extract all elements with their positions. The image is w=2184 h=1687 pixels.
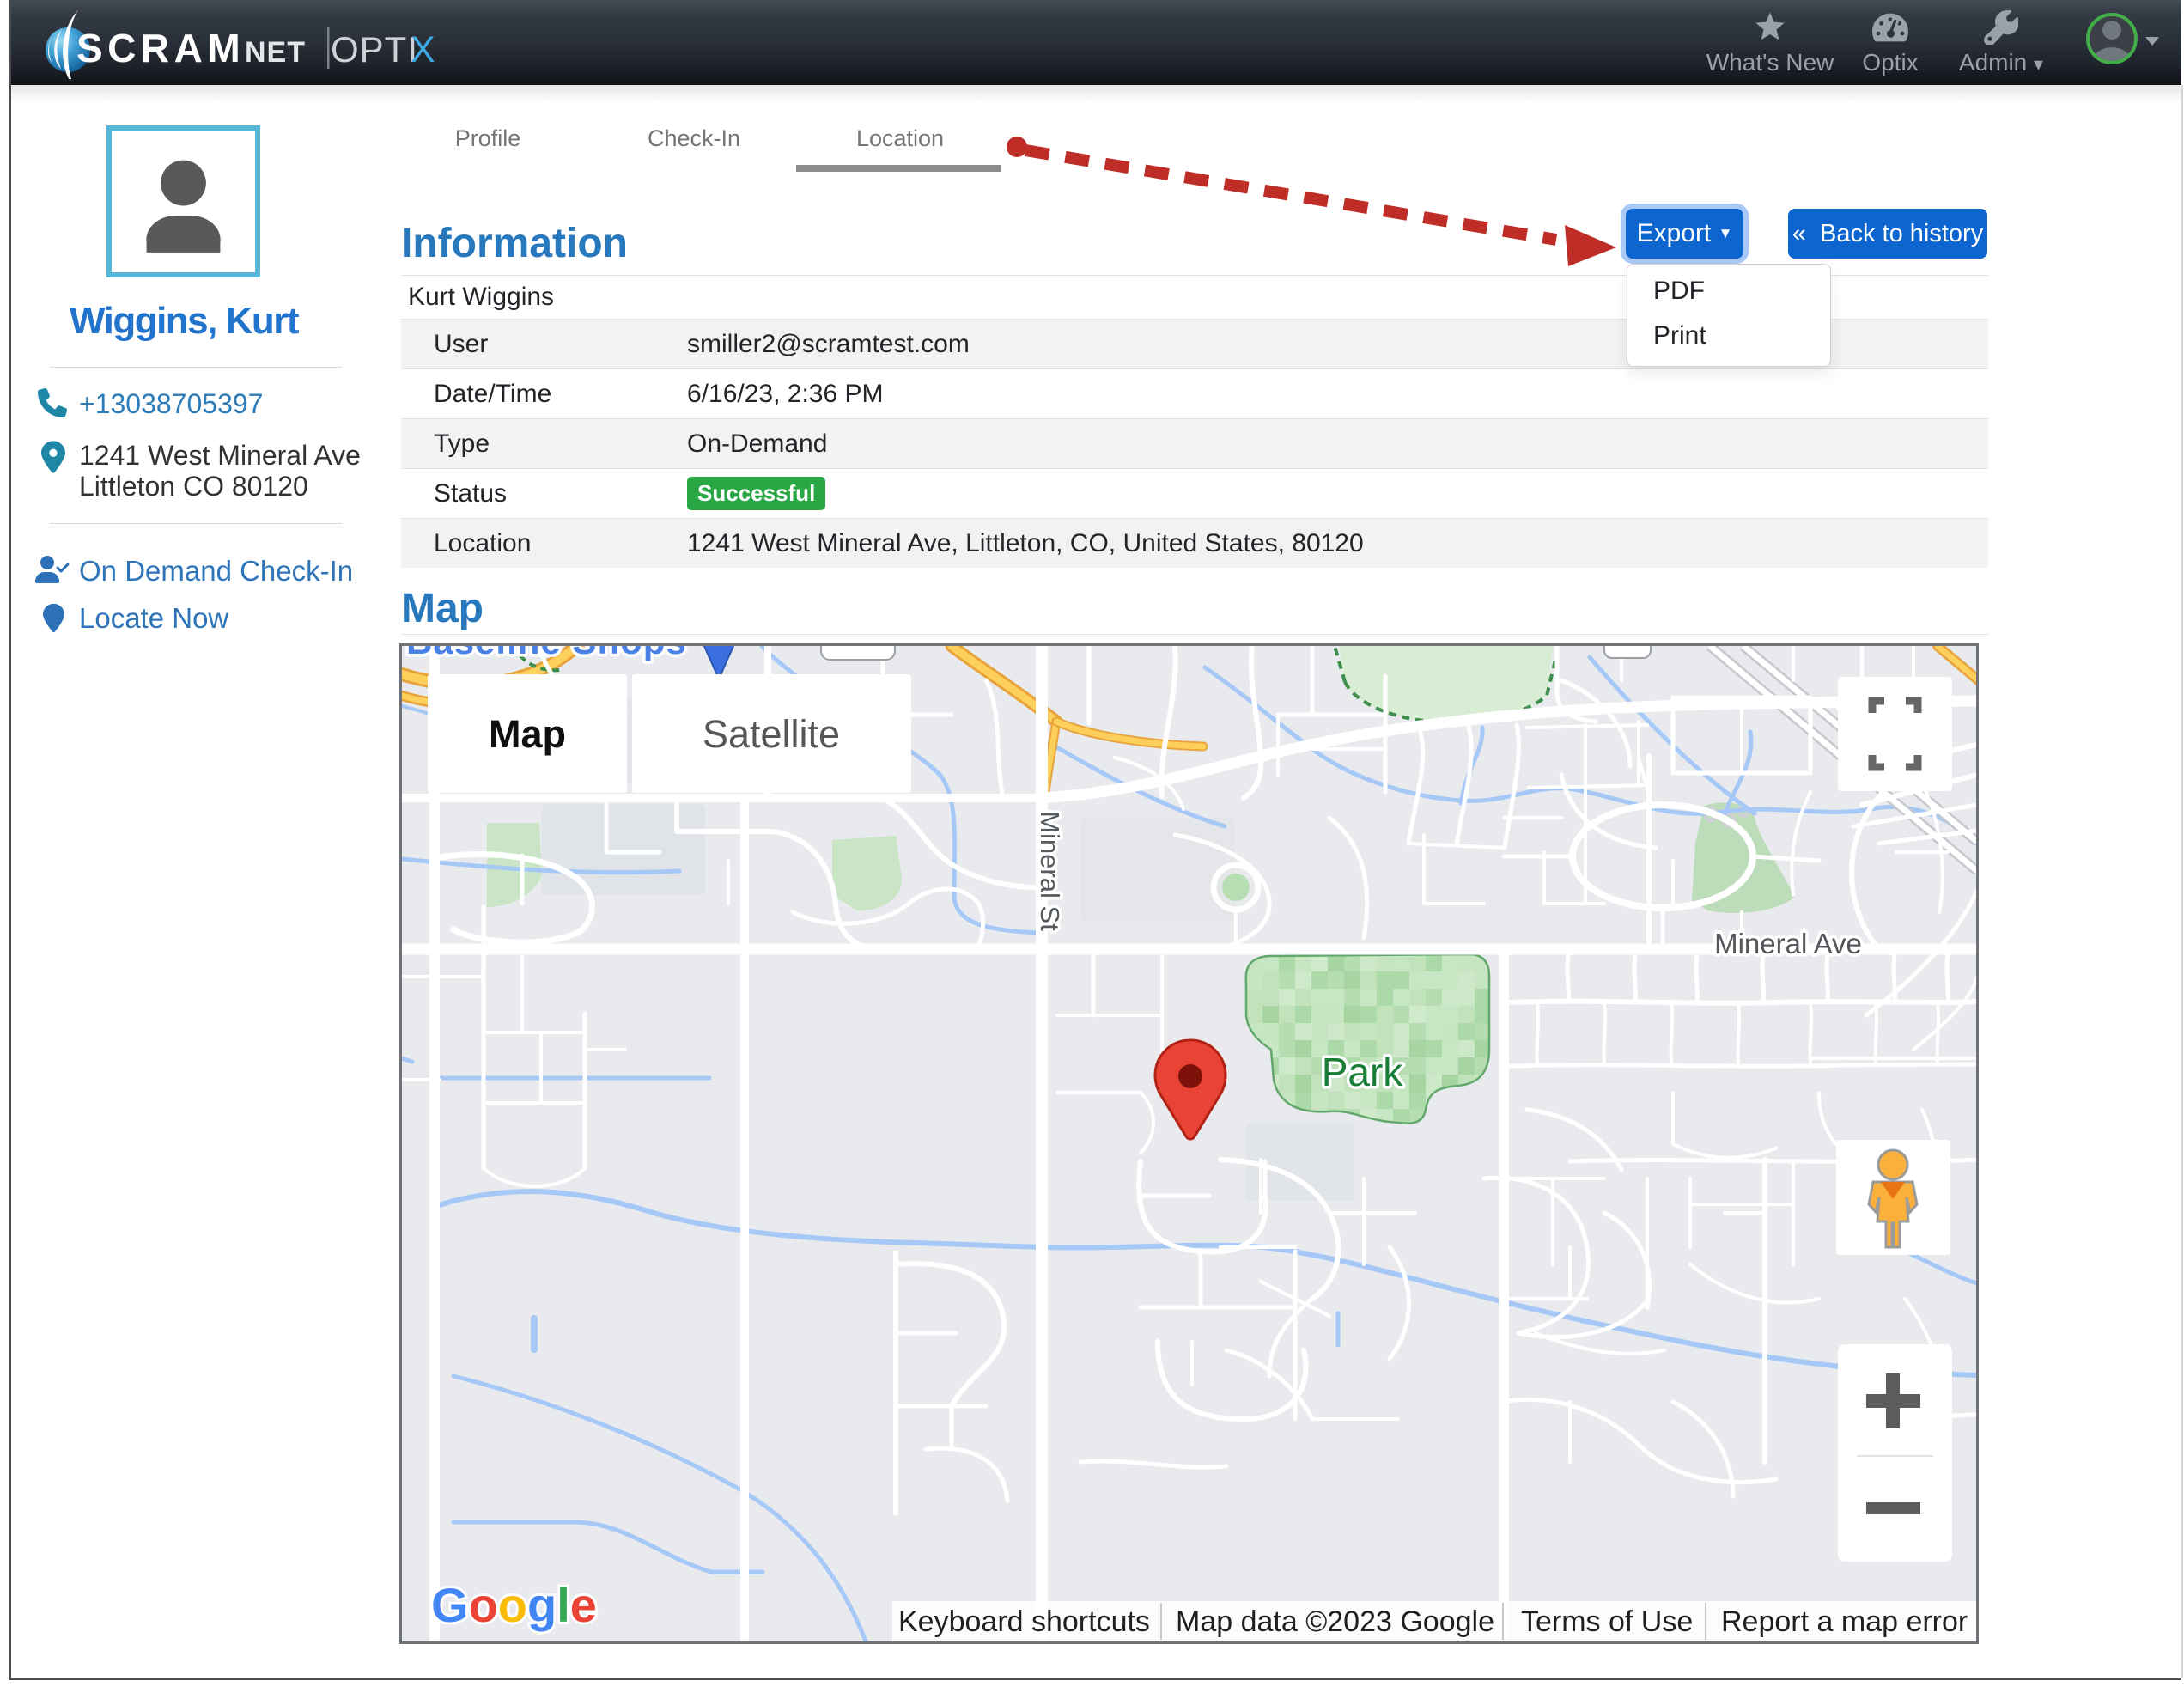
svg-text:Mineral St: Mineral St — [1035, 811, 1065, 931]
svg-text:Report a map error: Report a map error — [1721, 1605, 1968, 1638]
svg-text:SCRAM: SCRAM — [76, 26, 245, 70]
svg-text:Baseline Shops: Baseline Shops — [406, 646, 687, 661]
svg-text:Keyboard shortcuts: Keyboard shortcuts — [898, 1605, 1150, 1638]
svg-text:Google: Google — [431, 1578, 597, 1632]
svg-text:NET: NET — [245, 36, 306, 69]
svg-text:Map: Map — [489, 712, 566, 756]
svg-text:Satellite: Satellite — [703, 712, 840, 756]
svg-text:Park: Park — [1322, 1050, 1404, 1094]
svg-text:X: X — [411, 29, 435, 70]
svg-text:Terms of Use: Terms of Use — [1521, 1605, 1693, 1638]
svg-text:Mineral Ave: Mineral Ave — [1714, 928, 1862, 959]
svg-text:Map data ©2023 Google: Map data ©2023 Google — [1176, 1605, 1494, 1638]
svg-text:OPTI: OPTI — [331, 29, 418, 70]
